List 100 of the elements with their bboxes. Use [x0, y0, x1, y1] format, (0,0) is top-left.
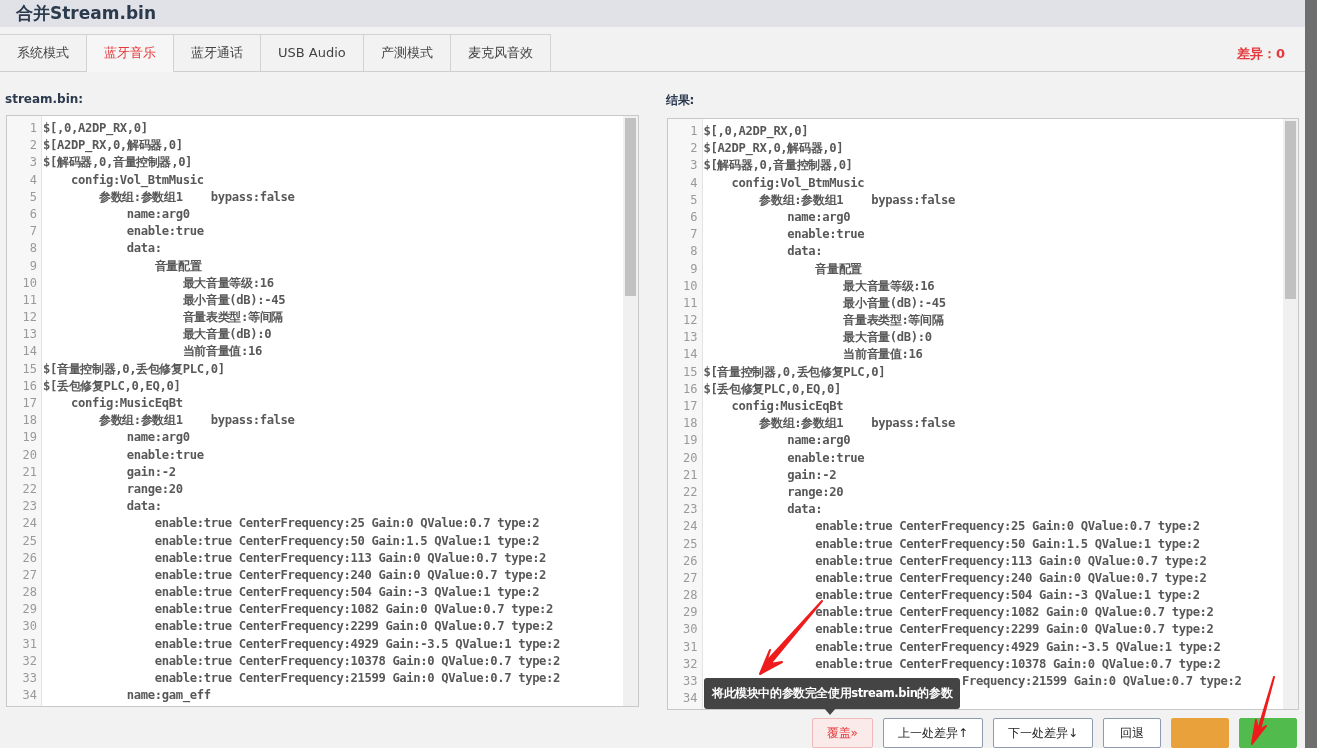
tab[interactable]: 麦克风音效 — [450, 33, 551, 71]
code-line: enable:true CenterFrequency:50 Gain:1.5 QValue:1 type:2 — [814, 535, 1201, 553]
line-number: 23 — [21, 498, 38, 516]
code-line: data: — [125, 240, 163, 258]
line-number: 7 — [689, 226, 699, 244]
code-line: 最大音量(dB):0 — [842, 329, 933, 347]
line-number: 33 — [21, 670, 38, 687]
line-number: 19 — [682, 432, 699, 450]
line-number: 2 — [28, 137, 38, 155]
code-line: enable:true — [786, 226, 866, 244]
line-number: 12 — [682, 312, 699, 330]
code-line: enable:true CenterFrequency:113 Gain:0 QValue:0.7 type:2 — [814, 552, 1208, 570]
line-number: 1 — [689, 123, 699, 140]
code-line: 参数组:参数组1 bypass:false — [97, 188, 296, 206]
code-line: enable:true CenterFrequency:240 Gain:0 QValue:0.7 type:2 — [814, 569, 1208, 587]
page-scrollbar[interactable] — [1305, 0, 1317, 748]
line-number: 24 — [21, 515, 38, 533]
line-number: 27 — [682, 569, 699, 587]
line-number: 28 — [21, 584, 38, 602]
line-number: 4 — [689, 174, 699, 192]
code-line: 参数组:参数组1 bypass:false — [758, 415, 957, 433]
code-line: gain:-2 — [786, 466, 838, 484]
line-number: 6 — [689, 208, 699, 226]
code-line: enable:true CenterFrequency:2299 Gain:0 QValue:0.7 type:2 — [814, 621, 1215, 639]
code-line: data: — [786, 501, 824, 519]
panel-label: stream.bin: — [5, 92, 85, 106]
tab[interactable]: 蓝牙通话 — [174, 33, 261, 71]
code-line: range:20 — [125, 480, 184, 498]
line-number: 11 — [682, 294, 699, 312]
line-number: 26 — [682, 552, 699, 570]
line-number: 20 — [21, 446, 38, 464]
code-line: $[解码器,0,音量控制器,0] — [703, 157, 854, 175]
tab[interactable]: 系统模式 — [0, 33, 87, 71]
line-number: 27 — [21, 566, 38, 584]
line-number: 1 — [28, 120, 38, 137]
code-line: enable:true CenterFrequency:504 Gain:-3 QValue:1 type:2 — [814, 587, 1201, 605]
line-number: 16 — [682, 380, 699, 398]
annotation-arrow — [1248, 676, 1276, 746]
scrollbar[interactable] — [622, 116, 638, 706]
code-line: enable:true CenterFrequency:21599 Gain:0 QValue:0.7 type:2 — [153, 670, 562, 687]
line-number: 9 — [28, 257, 38, 275]
code-line: $[丢包修复PLC,0,EQ,0] — [43, 377, 182, 395]
line-number: 16 — [21, 377, 38, 395]
blank-button[interactable] — [1171, 718, 1229, 748]
action-button[interactable]: 下一处差异↓ — [992, 718, 1093, 748]
line-number: 4 — [28, 171, 38, 189]
line-number: 18 — [21, 412, 38, 430]
line-number: 23 — [682, 501, 699, 519]
code-line: enable:true CenterFrequency:240 Gain:0 QValue:0.7 type:2 — [153, 566, 548, 584]
code-line: enable:true CenterFrequency:504 Gain:-3 QValue:1 type:2 — [153, 584, 541, 602]
line-number: 31 — [21, 635, 38, 653]
line-number: 32 — [21, 652, 38, 670]
line-number: 17 — [21, 395, 38, 412]
code-editor[interactable] — [6, 115, 639, 707]
line-number: 15 — [682, 363, 699, 381]
line-number: 9 — [689, 260, 699, 278]
code-line: config:Vol_BtmMusic — [730, 174, 866, 192]
code-line: $[,0,A2DP_RX,0] — [703, 123, 810, 141]
line-number: 30 — [21, 618, 38, 636]
line-number: 10 — [21, 274, 38, 292]
code-line: $[音量控制器,0,丢包修复PLC,0] — [703, 363, 887, 381]
window-title: 合并Stream.bin — [0, 0, 1305, 27]
tab[interactable]: USB Audio — [261, 33, 364, 71]
scrollbar[interactable] — [1283, 119, 1298, 709]
code-line: Frequency:21599 Gain:0 QValue:0.7 type:2 — [961, 673, 1243, 690]
code-line: gain:-2 — [125, 463, 177, 481]
line-number: 5 — [689, 191, 699, 209]
code-line: name:arg0 — [125, 429, 191, 447]
line-number: 8 — [28, 240, 38, 258]
line-number: 14 — [682, 346, 699, 364]
code-line: $[音量控制器,0,丢包修复PLC,0] — [43, 360, 226, 378]
code-line: 参数组:参数组1 bypass:false — [758, 191, 957, 209]
panel-label: 结果: — [665, 92, 696, 109]
code-line: 最小音量(dB):-45 — [842, 294, 947, 312]
code-line: name:arg0 — [786, 208, 852, 226]
action-button[interactable]: 覆盖» — [811, 718, 873, 748]
line-number: 31 — [682, 638, 699, 656]
code-line: enable:true CenterFrequency:25 Gain:0 QValue:0.7 type:2 — [814, 518, 1201, 536]
code-line: data: — [125, 498, 163, 516]
code-line: enable:true CenterFrequency:1082 Gain:0 QValue:0.7 type:2 — [814, 604, 1215, 622]
code-line: config:MusicEqBt — [730, 398, 845, 415]
tab[interactable]: 产测模式 — [363, 33, 451, 71]
code-line: enable:true CenterFrequency:25 Gain:0 QValue:0.7 type:2 — [153, 515, 541, 533]
line-number: 19 — [21, 429, 38, 447]
code-line: name:arg0 — [125, 205, 191, 223]
line-number: 25 — [682, 535, 699, 553]
tooltip: 将此模块中的参数完全使用stream.bin的参数 — [704, 678, 961, 709]
line-number: 28 — [682, 587, 699, 605]
tab[interactable]: 蓝牙音乐 — [87, 33, 174, 72]
line-number: 3 — [689, 157, 699, 175]
action-button[interactable]: 上一处差异↑ — [882, 718, 983, 748]
code-line: config:MusicEqBt — [69, 395, 184, 412]
code-line: 音量配置 — [814, 260, 863, 278]
code-line: enable:true CenterFrequency:10378 Gain:0 QValue:0.7 type:2 — [153, 652, 562, 670]
code-line: 最大音量等级:16 — [842, 277, 936, 295]
code-editor[interactable] — [666, 118, 1299, 710]
line-number: 11 — [21, 291, 38, 309]
code-line: enable:true CenterFrequency:4929 Gain:-3.5 QValue:1 type:2 — [153, 635, 562, 653]
line-number: 6 — [28, 205, 38, 223]
action-button[interactable]: 回退 — [1103, 718, 1161, 748]
